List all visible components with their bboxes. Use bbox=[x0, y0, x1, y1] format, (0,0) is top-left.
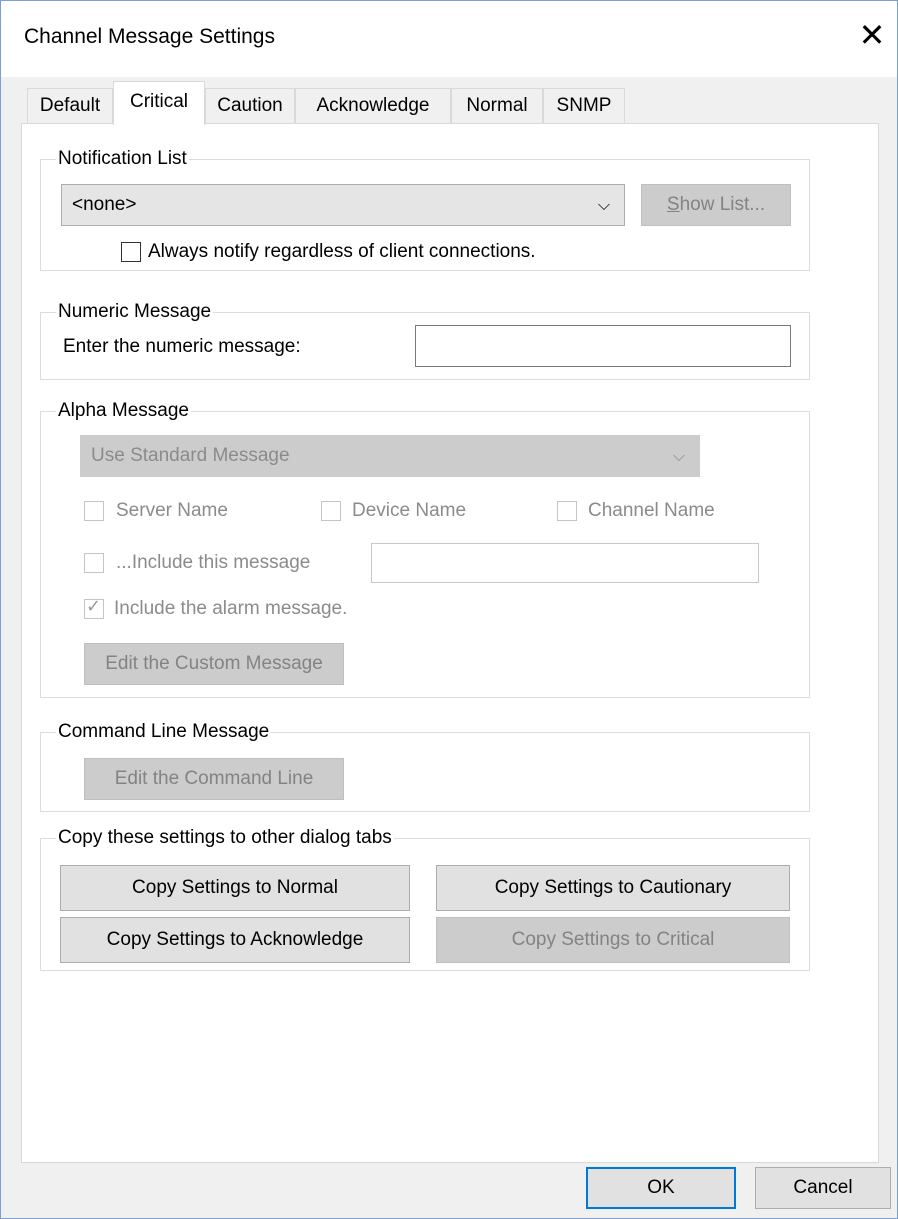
tab-label: Normal bbox=[466, 95, 528, 116]
cancel-button[interactable]: Cancel bbox=[755, 1167, 891, 1209]
chevron-down-icon: ⌵ bbox=[672, 446, 685, 465]
tab-label: Caution bbox=[217, 95, 283, 116]
copy-to-normal-button[interactable]: Copy Settings to Normal bbox=[60, 865, 410, 911]
include-alarm-message-label: Include the alarm message. bbox=[114, 598, 348, 619]
always-notify-checkbox[interactable] bbox=[121, 242, 141, 262]
close-icon[interactable]: ✕ bbox=[855, 15, 889, 55]
tab-caution[interactable]: Caution bbox=[205, 88, 295, 124]
window-title: Channel Message Settings bbox=[24, 25, 275, 48]
device-name-label: Device Name bbox=[352, 500, 467, 521]
alpha-message-legend: Alpha Message bbox=[56, 400, 191, 422]
show-list-button[interactable]: Show List... bbox=[641, 184, 791, 226]
alpha-message-value: Use Standard Message bbox=[91, 445, 290, 466]
include-this-message-label: ...Include this message bbox=[116, 552, 311, 573]
copy-to-critical-button[interactable]: Copy Settings to Critical bbox=[436, 917, 790, 963]
tab-snmp[interactable]: SNMP bbox=[543, 88, 625, 124]
chevron-down-icon: ⌵ bbox=[597, 195, 610, 214]
copy-to-acknowledge-button[interactable]: Copy Settings to Acknowledge bbox=[60, 917, 410, 963]
tab-critical[interactable]: Critical bbox=[113, 81, 205, 125]
show-list-accelerator: S bbox=[666, 194, 680, 215]
copy-to-cautionary-button[interactable]: Copy Settings to Cautionary bbox=[436, 865, 790, 911]
tab-label: Acknowledge bbox=[316, 95, 430, 116]
include-this-message-input[interactable] bbox=[371, 543, 759, 583]
tab-normal[interactable]: Normal bbox=[451, 88, 543, 124]
edit-command-line-button[interactable]: Edit the Command Line bbox=[84, 758, 344, 800]
numeric-message-prompt: Enter the numeric message: bbox=[63, 336, 301, 357]
server-name-checkbox[interactable] bbox=[84, 501, 104, 521]
numeric-message-legend: Numeric Message bbox=[56, 301, 214, 323]
tab-label: Default bbox=[39, 95, 101, 116]
include-alarm-message-checkbox[interactable]: ✓ bbox=[84, 596, 104, 619]
notification-list-value: <none> bbox=[72, 194, 137, 215]
numeric-message-input[interactable] bbox=[415, 325, 791, 367]
notification-list-legend: Notification List bbox=[56, 148, 189, 170]
tab-default[interactable]: Default bbox=[27, 88, 113, 124]
edit-custom-message-button[interactable]: Edit the Custom Message bbox=[84, 643, 344, 685]
include-this-message-checkbox[interactable] bbox=[84, 553, 104, 573]
ok-button[interactable]: OK bbox=[586, 1167, 736, 1209]
notification-list-select[interactable]: <none> ⌵ bbox=[61, 184, 625, 226]
title-bar: Channel Message Settings ✕ bbox=[1, 1, 897, 77]
checkmark-icon: ✓ bbox=[86, 596, 102, 617]
tab-label: Critical bbox=[129, 91, 189, 112]
device-name-checkbox[interactable] bbox=[321, 501, 341, 521]
channel-name-checkbox[interactable] bbox=[557, 501, 577, 521]
dialog-window: Channel Message Settings ✕ Default Criti… bbox=[0, 0, 898, 1219]
alpha-message-select[interactable]: Use Standard Message ⌵ bbox=[80, 435, 700, 477]
always-notify-label: Always notify regardless of client conne… bbox=[148, 241, 536, 262]
server-name-label: Server Name bbox=[116, 500, 228, 521]
channel-name-label: Channel Name bbox=[588, 500, 715, 521]
show-list-label: how List... bbox=[679, 194, 766, 215]
tab-acknowledge[interactable]: Acknowledge bbox=[295, 88, 451, 124]
command-line-legend: Command Line Message bbox=[56, 721, 272, 743]
tab-label: SNMP bbox=[556, 95, 612, 116]
copy-settings-legend: Copy these settings to other dialog tabs bbox=[56, 827, 394, 849]
